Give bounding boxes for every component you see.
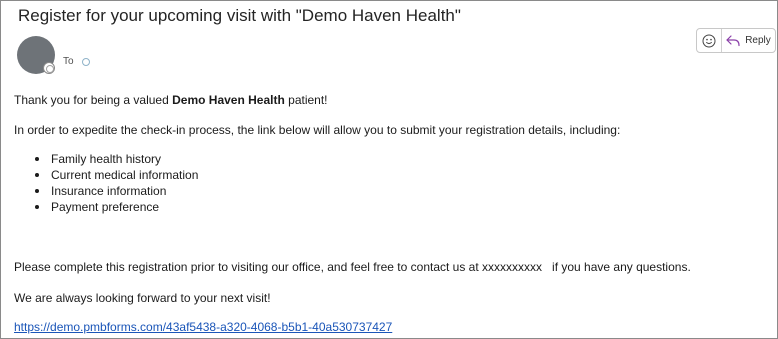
registration-link[interactable]: https://demo.pmbforms.com/43af5438-a320-… bbox=[14, 320, 392, 334]
reply-label: Reply bbox=[745, 35, 771, 46]
registration-link-paragraph: https://demo.pmbforms.com/43af5438-a320-… bbox=[14, 319, 392, 335]
greeting-prefix: Thank you for being a valued bbox=[14, 93, 173, 107]
bullet-icon bbox=[35, 205, 39, 209]
bullet-icon bbox=[35, 173, 39, 177]
reply-button[interactable]: Reply bbox=[722, 29, 775, 52]
to-label: To bbox=[63, 56, 74, 67]
bullet-icon bbox=[35, 157, 39, 161]
message-actions: Reply bbox=[696, 28, 776, 53]
bullet-icon bbox=[35, 189, 39, 193]
email-reading-pane: Register for your upcoming visit with "D… bbox=[0, 0, 778, 339]
complete-paragraph: Please complete this registration prior … bbox=[14, 260, 691, 274]
practice-name: Demo Haven Health bbox=[172, 93, 285, 107]
greeting-paragraph: Thank you for being a valued Demo Haven … bbox=[14, 92, 328, 108]
presence-status-icon bbox=[43, 62, 55, 74]
greeting-suffix: patient! bbox=[284, 93, 328, 107]
intro-paragraph: In order to expedite the check-in proces… bbox=[14, 123, 621, 137]
closing-paragraph: We are always looking forward to your ne… bbox=[14, 291, 271, 305]
react-button[interactable] bbox=[697, 29, 722, 52]
recipient-status-icon bbox=[81, 57, 90, 66]
email-subject: Register for your upcoming visit with "D… bbox=[18, 6, 461, 25]
reply-arrow-icon bbox=[726, 34, 740, 46]
recipient-row: To bbox=[63, 56, 90, 67]
smiley-icon bbox=[702, 34, 716, 47]
